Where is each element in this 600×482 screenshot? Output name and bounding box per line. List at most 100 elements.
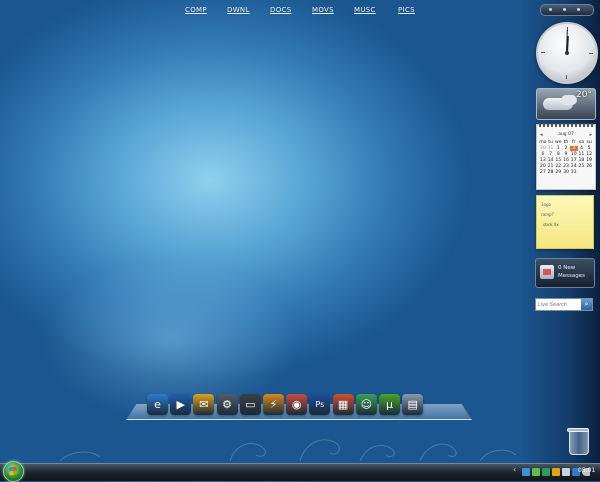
calendar-day[interactable]: 31 [547,146,555,151]
floral-swirl [229,443,266,462]
calendar-day[interactable]: 18 [578,158,586,163]
calendar-day[interactable]: 3 [569,146,578,151]
lightning-app-icon[interactable]: ⚡ [263,394,284,415]
live-search-gadget: ⌕ [535,298,593,311]
search-input[interactable] [536,299,580,310]
note-line: ramp? [541,212,554,217]
picasa-icon[interactable]: ◉ [286,394,308,415]
calendar-weekday: we [554,140,562,145]
calendar-day[interactable]: 26 [585,164,593,169]
clock-gadget[interactable] [536,22,598,84]
mail-gadget[interactable]: 0 New Messages [535,258,595,288]
note-line: dock.fix [543,222,559,227]
calendar-day[interactable]: 24 [570,164,578,169]
calendar-day[interactable]: 29 [554,170,562,175]
clock-center [565,51,569,55]
start-button[interactable] [3,461,24,482]
network-icon[interactable] [522,467,530,476]
floral-swirl [359,445,395,462]
mail-label: Messages [558,273,585,279]
calendar-day[interactable]: 8 [554,152,562,157]
shortcut-music[interactable]: MUSC [354,6,376,14]
calendar-day[interactable]: 1 [554,146,562,151]
media-player-icon[interactable]: ▶ [170,394,192,415]
calendar-day[interactable]: 25 [578,164,586,169]
previous-page-icon[interactable] [563,8,566,11]
tray-expand-icon[interactable]: ‹ [513,465,516,474]
note-line: 1ogo [541,202,551,207]
calendar-day[interactable]: 11 [578,152,586,157]
calendar-day[interactable]: 5 [585,146,593,151]
utorrent-icon[interactable]: µ [379,394,400,415]
floral-swirl [419,443,457,462]
calendar-next-icon[interactable]: ▸ [589,132,592,138]
photoshop-icon[interactable]: Ps [309,394,331,415]
calendar-weekday: th [563,140,569,145]
calendar-day[interactable]: 20 [539,164,547,169]
floral-decoration [59,439,517,462]
calendar-day[interactable]: 22 [554,164,562,169]
add-gadget-icon[interactable] [549,8,552,11]
monitor-icon[interactable]: ▭ [239,394,261,415]
calendar-day[interactable]: 2 [562,146,570,151]
calendar-day[interactable]: 9 [562,152,570,157]
shortcut-pictures[interactable]: PICS [398,6,415,14]
calendar-gadget[interactable]: ◂ aug 07 ▸ mo tu we th fr sa su 30 31 1 2 3 4 5 6 7 8 9 10… [536,123,596,190]
recycle-bin-icon[interactable] [567,426,589,455]
clock-time[interactable]: 05:01 [578,467,595,474]
weather-gadget[interactable]: 20° [536,88,596,120]
calendar-day[interactable]: 19 [585,158,593,163]
calendar-day[interactable]: 10 [570,152,578,157]
internet-explorer-icon[interactable]: e [147,394,168,415]
calendar-weekday: fr [571,140,576,145]
calendar-day[interactable]: 23 [562,164,570,169]
network-tool-icon[interactable]: ⚙ [216,394,238,415]
calendar-day[interactable]: 7 [547,152,555,157]
floral-swirl [299,439,340,462]
floral-swirl [479,449,517,462]
calendar-day[interactable]: 4 [578,146,586,151]
calendar-day[interactable]: 15 [554,158,562,163]
games-icon[interactable]: ▦ [332,394,354,415]
messenger-tray-icon[interactable] [542,467,550,476]
display-tray-icon[interactable] [562,467,570,476]
weather-temperature: 20° [576,90,592,100]
floral-swirl [59,451,101,462]
calendar-month: aug 07 [558,132,574,137]
shortcut-documents[interactable]: DOCS [270,6,291,14]
calendar-rings [539,123,593,127]
calculator-icon[interactable]: ▤ [402,394,424,415]
taskbar [0,463,600,481]
clock-tick [589,53,593,54]
calendar-day[interactable]: 6 [539,152,547,157]
calendar-day[interactable]: 13 [539,158,547,163]
calendar-day[interactable]: 28 [547,170,555,175]
calendar-day[interactable]: 21 [547,164,555,169]
calendar-day[interactable]: 12 [585,152,593,157]
shortcut-computer[interactable]: COMP [185,6,207,14]
cloud-icon [561,95,577,105]
shortcut-movies[interactable]: MOVS [312,6,334,14]
update-icon[interactable] [532,467,540,476]
calendar-weekday: tu [548,140,553,145]
sidebar-controls[interactable] [540,4,594,16]
calendar-day[interactable]: 14 [547,158,555,163]
calendar-day[interactable]: 17 [570,158,578,163]
windows-logo-icon [8,466,18,476]
recycle-bin-body [569,431,589,455]
media-center-icon[interactable]: ✉ [193,394,215,415]
shortcut-downloads[interactable]: DWNL [227,6,250,14]
search-icon[interactable]: ⌕ [581,299,592,310]
next-page-icon[interactable] [577,8,580,11]
messenger-icon[interactable]: ☺ [355,394,377,415]
calendar-day[interactable]: 27 [539,170,547,175]
calendar-day[interactable]: 16 [562,158,570,163]
calendar-day[interactable]: 30 [562,170,570,175]
calendar-grid: mo tu we th fr sa su 30 31 1 2 3 4 5 6 7 8 9 10 11 12 13 14 15 1… [539,140,593,175]
top-shortcuts: COMP DWNL DOCS MOVS MUSC PICS [0,6,520,20]
calendar-day[interactable]: 30 [539,146,547,151]
folder-tray-icon[interactable] [552,467,560,476]
calendar-day[interactable]: 31 [570,170,578,175]
notes-gadget[interactable]: 1ogo ramp? dock.fix [536,195,594,249]
mail-icon [540,265,554,279]
